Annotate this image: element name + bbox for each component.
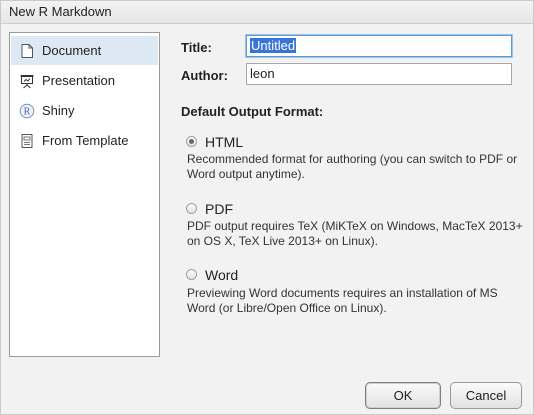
pdf-radio[interactable] (186, 203, 197, 214)
sidebar-item-presentation[interactable]: Presentation (11, 66, 158, 95)
sidebar-item-label: Presentation (42, 73, 115, 88)
sidebar-item-document[interactable]: Document (11, 36, 158, 65)
author-input-value: leon (250, 66, 275, 81)
new-r-markdown-dialog: New R Markdown Document Presentation R S… (0, 0, 534, 415)
ok-button[interactable]: OK (365, 382, 441, 409)
word-option-label[interactable]: Word (205, 267, 238, 283)
sidebar-item-label: Shiny (42, 103, 75, 118)
sidebar-item-from-template[interactable]: From Template (11, 126, 158, 155)
word-option-description: Previewing Word documents requires an in… (187, 286, 498, 315)
sidebar-item-label: Document (42, 43, 102, 58)
presentation-icon (20, 75, 34, 89)
svg-text:R: R (24, 107, 31, 118)
format-sidebar: Document Presentation R Shiny From Templ… (9, 32, 160, 357)
output-format-heading: Default Output Format: (181, 104, 324, 119)
template-icon (21, 134, 33, 148)
sidebar-item-label: From Template (42, 133, 129, 148)
pdf-option-description: PDF output requires TeX (MiKTeX on Windo… (187, 219, 523, 248)
author-label: Author: (181, 68, 228, 83)
pdf-option-label[interactable]: PDF (205, 201, 233, 217)
title-input-value: Untitled (250, 38, 297, 53)
shiny-icon: R (19, 103, 35, 119)
title-input[interactable]: Untitled (246, 35, 512, 57)
document-icon (21, 44, 33, 58)
sidebar-item-shiny[interactable]: R Shiny (11, 96, 158, 125)
title-bar[interactable]: New R Markdown (1, 1, 533, 24)
word-radio[interactable] (186, 269, 197, 280)
html-option-description: Recommended format for authoring (you ca… (187, 152, 518, 181)
html-radio[interactable] (186, 136, 197, 147)
cancel-button[interactable]: Cancel (450, 382, 522, 409)
window-title: New R Markdown (9, 4, 112, 19)
author-input[interactable]: leon (246, 63, 512, 85)
html-option-label[interactable]: HTML (205, 134, 243, 150)
title-label: Title: (181, 40, 212, 55)
